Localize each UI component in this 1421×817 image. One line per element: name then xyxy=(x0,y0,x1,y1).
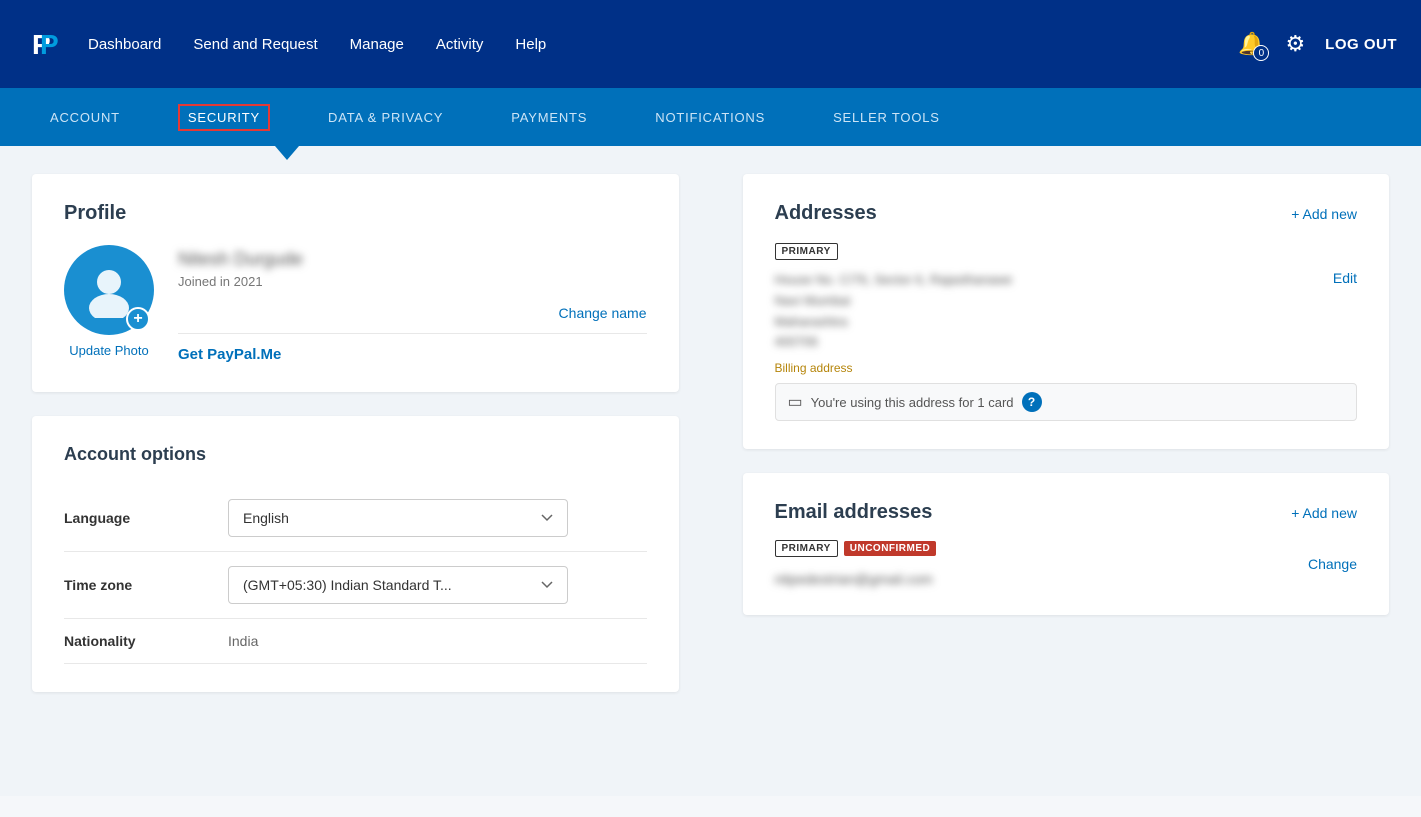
update-photo-link[interactable]: Update Photo xyxy=(69,343,149,358)
nav-right: 🔔 0 ⚙ LOG OUT xyxy=(1238,31,1397,57)
address-primary-badge: PRIMARY xyxy=(775,243,838,260)
nav-send-request[interactable]: Send and Request xyxy=(193,36,317,53)
add-address-link[interactable]: + Add new xyxy=(1291,206,1357,222)
help-circle-icon[interactable]: ? xyxy=(1022,392,1042,412)
logout-button[interactable]: LOG OUT xyxy=(1325,36,1397,53)
subnav-security[interactable]: SECURITY xyxy=(178,104,270,131)
addresses-title: Addresses xyxy=(775,202,877,225)
nationality-option-row: Nationality India xyxy=(64,619,647,664)
avatar[interactable]: + xyxy=(64,245,154,335)
email-badges: PRIMARY UNCONFIRMED xyxy=(775,540,937,567)
email-addresses-card: Email addresses + Add new PRIMARY UNCONF… xyxy=(743,473,1390,615)
subnav-payments[interactable]: PAYMENTS xyxy=(501,104,597,131)
nav-help[interactable]: Help xyxy=(515,36,546,53)
email-unconfirmed-badge: UNCONFIRMED xyxy=(844,541,937,556)
get-paypalme-link[interactable]: Get PayPal.Me xyxy=(178,346,281,363)
paypal-logo[interactable]: P P xyxy=(24,22,68,66)
main-content: Profile + Update Photo Nitesh Durgude Jo… xyxy=(0,146,1421,796)
subnav-indicator-arrow xyxy=(275,146,299,160)
joined-text: Joined in 2021 xyxy=(178,274,647,289)
card-usage-row: ▭ You're using this address for 1 card ? xyxy=(775,383,1358,421)
address-row: House No. C/76, Sector 6, Rajasthanawe N… xyxy=(775,270,1358,353)
timezone-label: Time zone xyxy=(64,577,204,593)
addresses-card: Addresses + Add new PRIMARY House No. C/… xyxy=(743,174,1390,449)
addresses-header: Addresses + Add new xyxy=(775,202,1358,225)
address-text: House No. C/76, Sector 6, Rajasthanawe N… xyxy=(775,270,1013,353)
edit-address-link[interactable]: Edit xyxy=(1333,270,1357,286)
change-email-link[interactable]: Change xyxy=(1308,556,1357,572)
add-email-link[interactable]: + Add new xyxy=(1291,505,1357,521)
notifications-bell[interactable]: 🔔 0 xyxy=(1238,31,1265,57)
email-addresses-title: Email addresses xyxy=(775,501,933,524)
email-addresses-header: Email addresses + Add new xyxy=(775,501,1358,524)
sub-navigation: ACCOUNT SECURITY DATA & PRIVACY PAYMENTS… xyxy=(0,88,1421,146)
sub-nav-container: ACCOUNT SECURITY DATA & PRIVACY PAYMENTS… xyxy=(0,88,1421,146)
subnav-data-privacy[interactable]: DATA & PRIVACY xyxy=(318,104,453,131)
subnav-seller-tools[interactable]: SELLER TOOLS xyxy=(823,104,950,131)
nav-dashboard[interactable]: Dashboard xyxy=(88,36,161,53)
nav-activity[interactable]: Activity xyxy=(436,36,484,53)
card-usage-text: You're using this address for 1 card xyxy=(811,395,1014,410)
subnav-account[interactable]: ACCOUNT xyxy=(40,104,130,131)
notification-count: 0 xyxy=(1253,45,1269,61)
language-option-row: Language English Hindi Spanish French xyxy=(64,485,647,552)
language-label: Language xyxy=(64,510,204,526)
profile-section: + Update Photo Nitesh Durgude Joined in … xyxy=(64,245,647,364)
left-panel: Profile + Update Photo Nitesh Durgude Jo… xyxy=(0,146,711,796)
account-options-card: Account options Language English Hindi S… xyxy=(32,416,679,692)
account-options-title: Account options xyxy=(64,444,647,465)
nationality-value: India xyxy=(228,633,258,649)
profile-info: Nitesh Durgude Joined in 2021 Change nam… xyxy=(178,245,647,364)
timezone-select[interactable]: (GMT+05:30) Indian Standard T... (GMT+00… xyxy=(228,566,568,604)
email-address-value: nitpedestrian@gmail.com xyxy=(775,571,937,587)
svg-text:P: P xyxy=(40,29,59,60)
email-row: PRIMARY UNCONFIRMED nitpedestrian@gmail.… xyxy=(775,540,1358,587)
nationality-label: Nationality xyxy=(64,633,204,649)
billing-label: Billing address xyxy=(775,361,1358,375)
settings-gear-icon[interactable]: ⚙ xyxy=(1285,31,1305,57)
nav-links: Dashboard Send and Request Manage Activi… xyxy=(88,36,1238,53)
top-navigation: P P Dashboard Send and Request Manage Ac… xyxy=(0,0,1421,88)
email-info: PRIMARY UNCONFIRMED nitpedestrian@gmail.… xyxy=(775,540,937,587)
right-panel: Addresses + Add new PRIMARY House No. C/… xyxy=(711,146,1421,796)
profile-card: Profile + Update Photo Nitesh Durgude Jo… xyxy=(32,174,679,392)
email-primary-badge: PRIMARY xyxy=(775,540,838,557)
profile-name-row: Change name xyxy=(178,305,647,334)
avatar-wrapper: + Update Photo xyxy=(64,245,154,358)
change-name-link[interactable]: Change name xyxy=(559,305,647,321)
subnav-notifications[interactable]: NOTIFICATIONS xyxy=(645,104,775,131)
profile-title: Profile xyxy=(64,202,647,225)
language-select[interactable]: English Hindi Spanish French xyxy=(228,499,568,537)
avatar-plus-icon: + xyxy=(126,307,150,331)
nav-manage[interactable]: Manage xyxy=(350,36,404,53)
credit-card-icon: ▭ xyxy=(788,392,803,412)
timezone-option-row: Time zone (GMT+05:30) Indian Standard T.… xyxy=(64,552,647,619)
profile-name: Nitesh Durgude xyxy=(178,249,647,270)
